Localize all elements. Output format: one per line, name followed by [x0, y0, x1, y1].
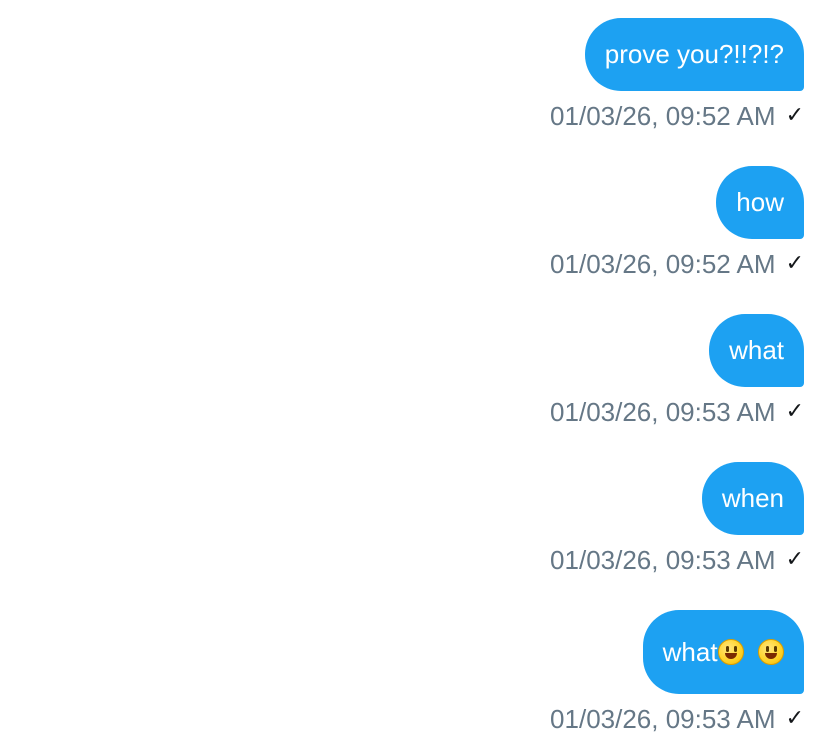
message-text: prove you?!!?!? [604, 39, 784, 69]
message-text: what [662, 637, 718, 667]
message-meta: 01/03/26, 09:52 AM ✓ [550, 101, 804, 131]
sent-check-icon: ✓ [785, 251, 804, 276]
message-bubble[interactable]: when [701, 462, 804, 535]
message-meta: 01/03/26, 09:52 AM ✓ [550, 249, 804, 279]
message-timestamp: 01/03/26, 09:53 AM [550, 545, 776, 575]
message-item: what 01/03/26, 09:53 AM ✓ [550, 314, 804, 427]
message-meta: 01/03/26, 09:53 AM ✓ [550, 545, 804, 575]
grinning-face-emoji-icon [758, 639, 784, 665]
message-timestamp: 01/03/26, 09:52 AM [550, 249, 776, 279]
message-item: prove you?!!?!? 01/03/26, 09:52 AM ✓ [550, 18, 804, 131]
message-timestamp: 01/03/26, 09:53 AM [550, 704, 776, 734]
message-bubble[interactable]: prove you?!!?!? [584, 18, 804, 91]
message-item: how 01/03/26, 09:52 AM ✓ [550, 166, 804, 279]
message-meta: 01/03/26, 09:53 AM ✓ [550, 397, 804, 427]
message-bubble[interactable]: how [716, 166, 804, 239]
sent-check-icon: ✓ [785, 399, 804, 424]
sent-check-icon: ✓ [785, 103, 804, 128]
message-thread: prove you?!!?!? 01/03/26, 09:52 AM ✓ how… [0, 0, 828, 739]
message-bubble[interactable]: what [709, 314, 804, 387]
message-item: when 01/03/26, 09:53 AM ✓ [550, 462, 804, 575]
message-item: what 01/03/26, 09:53 AM ✓ [550, 610, 804, 734]
grinning-face-emoji-icon [717, 639, 744, 665]
message-meta: 01/03/26, 09:53 AM ✓ [550, 704, 804, 734]
sent-check-icon: ✓ [785, 706, 804, 731]
message-timestamp: 01/03/26, 09:53 AM [550, 397, 776, 427]
message-text: when [721, 483, 784, 513]
message-timestamp: 01/03/26, 09:52 AM [550, 101, 776, 131]
message-bubble[interactable]: what [642, 610, 804, 694]
message-text: what [729, 335, 784, 365]
sent-check-icon: ✓ [785, 547, 804, 572]
message-text: how [736, 187, 784, 217]
